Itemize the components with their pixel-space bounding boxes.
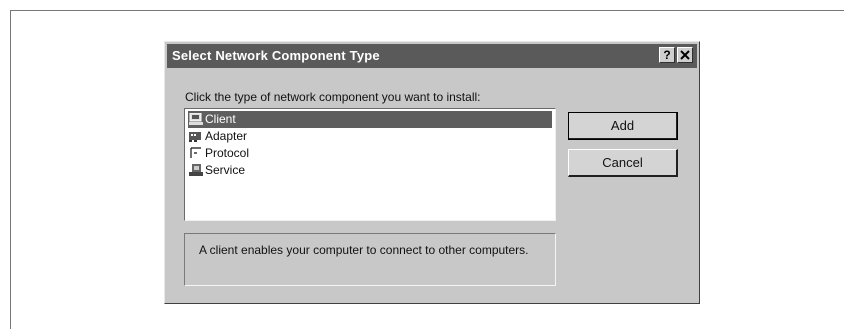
figure-frame-top xyxy=(10,10,844,11)
list-item-label: Service xyxy=(205,163,246,177)
close-icon xyxy=(680,50,690,60)
adapter-icon xyxy=(189,132,201,142)
figure-frame-left xyxy=(10,10,11,329)
list-item-service[interactable]: Service xyxy=(188,162,552,179)
cancel-button[interactable]: Cancel xyxy=(568,149,678,177)
service-icon xyxy=(189,164,203,176)
component-description: A client enables your computer to connec… xyxy=(199,243,529,257)
description-box: A client enables your computer to connec… xyxy=(184,233,556,286)
list-item-label: Client xyxy=(205,112,236,126)
list-item-label: Protocol xyxy=(205,146,250,160)
title-bar[interactable]: Select Network Component Type ? xyxy=(167,44,697,68)
protocol-icon xyxy=(190,147,201,158)
list-item-client[interactable]: Client xyxy=(188,111,552,128)
help-button[interactable]: ? xyxy=(659,47,675,63)
select-network-component-dialog: Select Network Component Type ? Click th… xyxy=(164,41,700,304)
list-item-protocol[interactable]: Protocol xyxy=(188,145,552,162)
close-button[interactable] xyxy=(677,47,693,63)
list-item-label: Adapter xyxy=(205,129,248,143)
component-type-list[interactable]: Client Adapter Protocol Service xyxy=(184,108,556,221)
list-item-adapter[interactable]: Adapter xyxy=(188,128,552,145)
client-icon xyxy=(189,113,203,125)
add-button[interactable]: Add xyxy=(568,112,678,140)
dialog-title: Select Network Component Type xyxy=(172,48,380,63)
instruction-label: Click the type of network component you … xyxy=(185,90,481,104)
